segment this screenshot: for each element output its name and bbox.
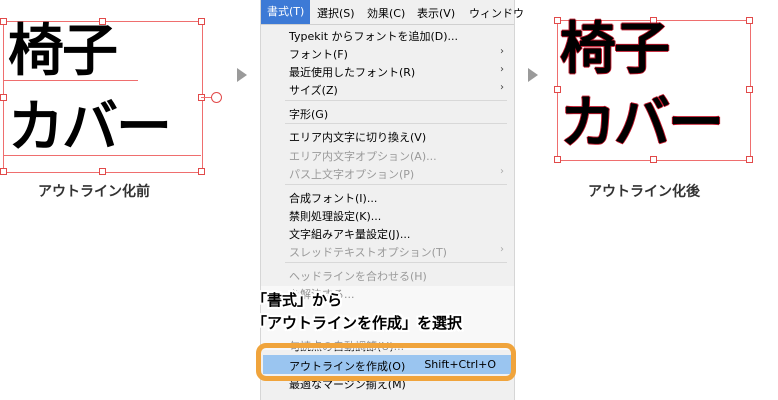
chevron-right-icon: › [500,64,504,75]
arrow-right-icon [528,68,538,82]
selection-handle[interactable] [650,156,657,163]
menu-item[interactable]: フォント(F) [289,46,348,62]
menu-item[interactable]: サイズ(Z) [289,82,338,98]
menubar-item-effect[interactable]: 効果(C) [367,5,405,21]
selection-handle[interactable] [0,168,7,175]
menu-item[interactable]: エリア内文字に切り換え(V) [289,129,426,145]
after-text-line1: 椅子 [560,17,670,82]
menu-item[interactable]: 合成フォント(I)... [289,190,377,206]
selection-handle[interactable] [198,168,205,175]
after-caption: アウトライン化後 [588,184,700,200]
format-menu-panel: 書式(T) 選択(S) 効果(C) 表示(V) ウィンドウ Typekit から… [260,0,524,400]
selection-handle[interactable] [746,156,753,163]
menu-item[interactable]: 文字組みアキ量設定(J)... [289,226,410,242]
menu-separator [285,123,507,124]
before-caption: アウトライン化前 [38,184,150,200]
thread-port[interactable] [211,92,222,103]
menu-separator [285,100,507,101]
selection-handle[interactable] [746,17,753,24]
menubar-item-window[interactable]: ウィンドウ [469,5,524,21]
before-text-line1: 椅子 [8,19,118,84]
menubar-item-view[interactable]: 表示(V) [417,5,455,21]
selection-handle[interactable] [99,168,106,175]
menubar-item-format[interactable]: 書式(T) [261,0,311,24]
selection-handle[interactable] [746,86,753,93]
menu-item: スレッドテキストオプション(T) [289,246,447,259]
chevron-right-icon: › [500,244,504,255]
callout-highlight-box [256,343,516,381]
selection-handle[interactable] [198,18,205,25]
arrow-right-icon [237,68,247,82]
after-text-line2: カバー [560,91,724,156]
menu-separator [285,262,507,263]
menu-item[interactable]: 最近使用したフォント(R) [289,64,415,80]
annotation-line2: 「アウトラインを作成」を選択 [252,314,463,332]
chevron-right-icon: › [500,82,504,93]
menubar: 書式(T) 選択(S) 効果(C) 表示(V) ウィンドウ [261,0,524,25]
selection-handle[interactable] [0,94,7,101]
menu-item[interactable]: 禁則処理設定(K)... [289,208,381,224]
annotation-line1: 「書式」から [252,291,343,309]
menu-item: ヘッドラインを合わせる(H) [289,270,427,283]
menu-item: パス上文字オプション(P) [289,168,415,181]
menu-item: エリア内文字オプション(A)... [289,150,437,163]
menu-item[interactable]: 字形(G) [289,106,328,122]
chevron-right-icon: › [500,46,504,57]
chevron-right-icon: › [500,166,504,177]
menu-item[interactable]: Typekit からフォントを追加(D)... [289,28,458,44]
menu-separator [285,184,507,185]
selection-handle[interactable] [554,156,561,163]
before-text-line2: カバー [8,95,172,160]
selection-handle[interactable] [0,18,7,25]
menubar-item-select[interactable]: 選択(S) [317,5,355,21]
